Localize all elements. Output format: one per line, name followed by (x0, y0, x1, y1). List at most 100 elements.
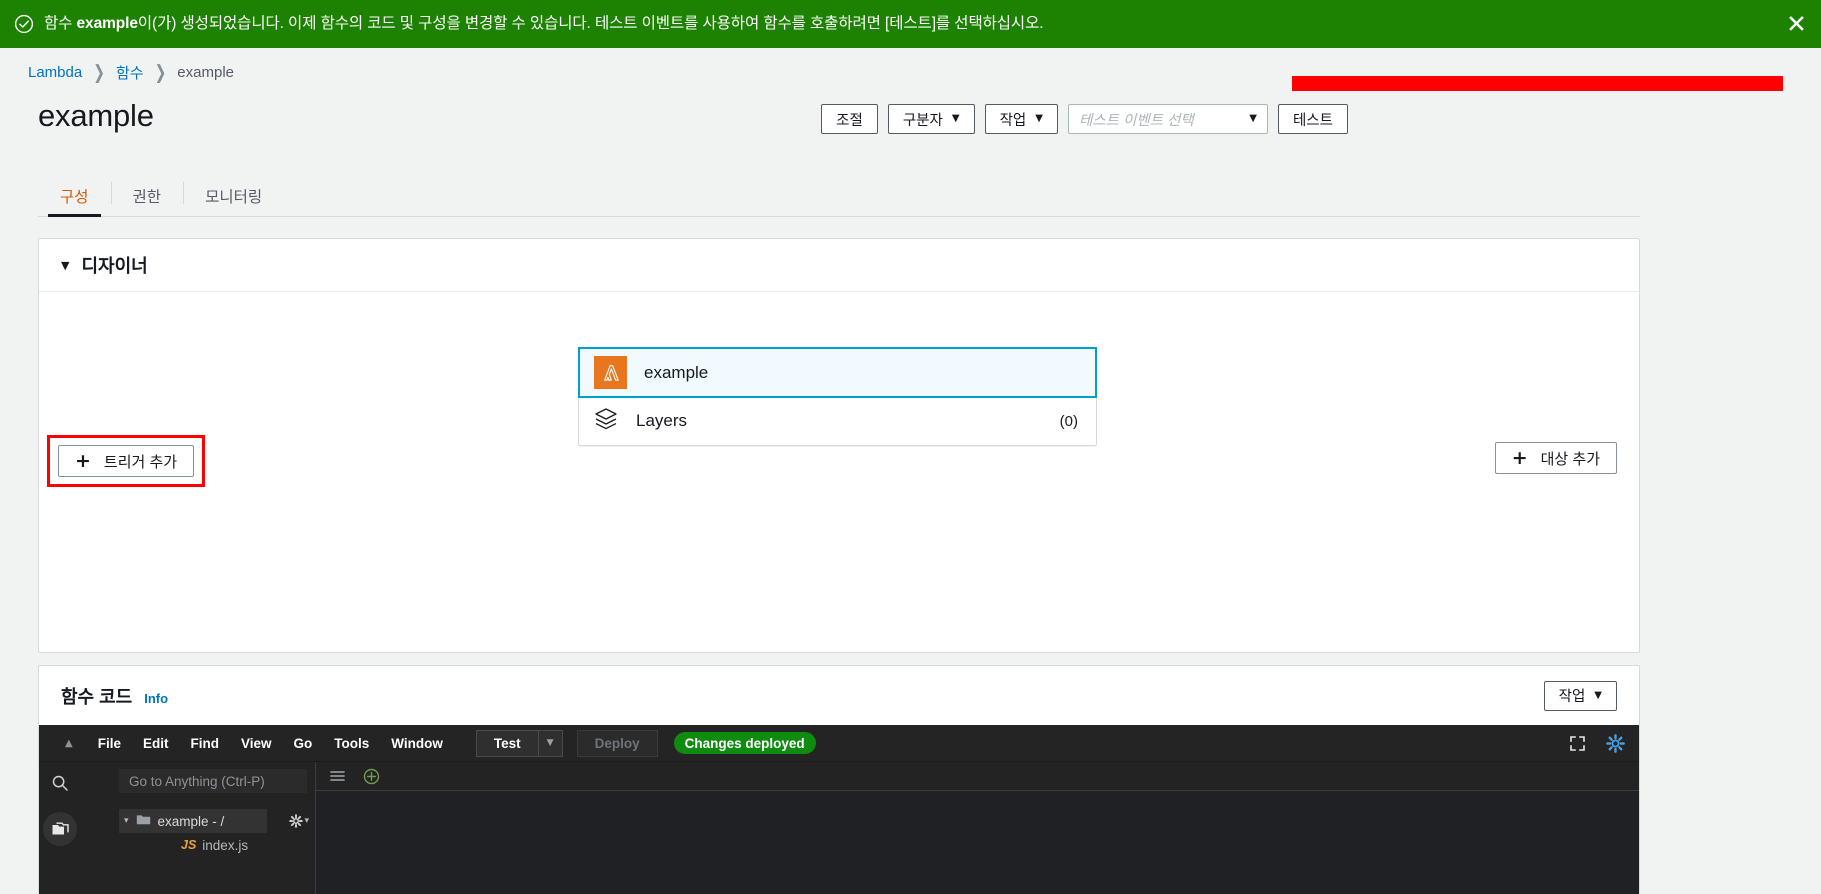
banner-text-before: 함수 (44, 15, 77, 32)
collapse-editor-icon[interactable]: ▲ (51, 738, 87, 749)
expand-icon[interactable] (1569, 735, 1586, 752)
designer-title: ▼ 디자이너 (61, 252, 148, 278)
folder-icon (136, 813, 151, 829)
editor-test-button[interactable]: Test (475, 729, 539, 757)
code-editor-area[interactable] (316, 791, 1639, 894)
check-circle-icon (14, 14, 34, 34)
file-tree-folder-example[interactable]: ▾ example - / ▾ (119, 809, 309, 833)
editor-menu-file[interactable]: File (87, 725, 132, 762)
qualifier-button[interactable]: 구분자 ▼ (887, 104, 975, 134)
chevron-down-icon: ▼ (1035, 113, 1043, 124)
function-card: example Layers (0) (578, 347, 1097, 446)
tab-bar: 구성 권한 모니터링 (38, 176, 1640, 217)
throttle-button[interactable]: 조절 (821, 104, 878, 134)
test-event-select-placeholder: 테스트 이벤트 선택 (1078, 112, 1194, 129)
editor-menu-window[interactable]: Window (380, 725, 454, 762)
folder-panel-icon[interactable] (43, 812, 77, 846)
chevron-down-icon: ▼ (951, 113, 960, 124)
banner-text-after: 이(가) 생성되었습니다. 이제 함수의 코드 및 구성을 변경할 수 있습니다… (137, 15, 1044, 32)
add-target-button[interactable]: + 대상 추가 (1494, 442, 1617, 474)
function-code-header: 함수 코드 Info 작업 ▼ (39, 666, 1639, 725)
layers-label: Layers (636, 411, 688, 430)
editor-test-dropdown-icon[interactable]: ▼ (538, 729, 563, 757)
gear-icon[interactable] (1606, 734, 1625, 753)
editor-menu-view[interactable]: View (230, 725, 283, 762)
info-link[interactable]: Info (144, 691, 168, 706)
function-code-actions-label: 작업 (1558, 689, 1586, 705)
add-target-button-label: 대상 추가 (1540, 450, 1600, 468)
test-button-label: 테스트 (1292, 112, 1333, 129)
plus-icon: + (1511, 446, 1528, 469)
collapse-triangle-icon[interactable]: ▼ (61, 259, 69, 272)
designer-title-label: 디자이너 (81, 256, 148, 276)
page-header: example 조절 구분자 ▼ 작업 ▼ 테스트 이벤트 선택 ▼ 테스트 (0, 96, 1821, 150)
tab-monitoring-label: 모니터링 (205, 189, 263, 206)
designer-canvas: example Layers (0) + 트리거 추가 + 대상 추가 (39, 292, 1639, 652)
header-actions: 조절 구분자 ▼ 작업 ▼ 테스트 이벤트 선택 ▼ 테스트 (821, 104, 1348, 134)
layers-count: (0) (1059, 412, 1078, 430)
tab-permissions[interactable]: 권한 (110, 176, 184, 216)
test-button[interactable]: 테스트 (1277, 104, 1348, 134)
function-code-panel: 함수 코드 Info 작업 ▼ ▲ File Edit Find View Go… (38, 665, 1640, 894)
banner-function-name: example (76, 15, 138, 32)
editor-menu-go[interactable]: Go (283, 725, 324, 762)
editor-menu-tools[interactable]: Tools (323, 725, 380, 762)
lambda-icon (594, 356, 627, 389)
editor-deploy-button: Deploy (576, 729, 658, 757)
hamburger-icon[interactable] (330, 770, 345, 782)
add-target-wrapper: + 대상 추가 (1494, 442, 1617, 474)
chevron-down-icon: ▼ (1249, 113, 1257, 124)
editor-activity-rail (39, 762, 81, 894)
breadcrumb-separator: ❯ (93, 60, 105, 83)
add-trigger-button[interactable]: + 트리거 추가 (58, 445, 195, 477)
add-trigger-highlight: + 트리거 추가 (47, 435, 206, 487)
layers-row[interactable]: Layers (0) (579, 397, 1096, 445)
editor-body: Go to Anything (Ctrl-P) ▾ example - / ▾ … (39, 762, 1639, 894)
actions-button-label: 작업 (999, 112, 1027, 129)
success-banner: 함수 example이(가) 생성되었습니다. 이제 함수의 코드 및 구성을 … (0, 0, 1821, 48)
plus-circle-icon[interactable] (363, 768, 380, 785)
breadcrumb-item-example: example (177, 63, 234, 81)
go-to-anything-placeholder: Go to Anything (Ctrl-P) (129, 773, 265, 789)
designer-panel-header[interactable]: ▼ 디자이너 (39, 239, 1639, 292)
file-tree-file-index-js[interactable]: JS index.js (181, 833, 315, 857)
function-code-title-label: 함수 코드 (61, 686, 133, 707)
file-tree-file-label: index.js (202, 837, 249, 853)
tab-configuration-label: 구성 (60, 189, 89, 206)
file-tree-gear-icon[interactable]: ▾ (289, 814, 309, 828)
editor-menubar: ▲ File Edit Find View Go Tools Window Te… (39, 725, 1639, 762)
function-card-header[interactable]: example (578, 347, 1097, 398)
editor-toolbar-right (1569, 725, 1625, 762)
editor-menu-find[interactable]: Find (179, 725, 230, 762)
plus-icon: + (75, 449, 91, 472)
tab-monitoring[interactable]: 모니터링 (183, 176, 284, 216)
banner-close-icon[interactable]: ✕ (1786, 12, 1807, 37)
add-trigger-button-label: 트리거 추가 (103, 453, 178, 471)
breadcrumb-item-functions[interactable]: 함수 (116, 62, 144, 83)
chevron-down-icon: ▼ (1594, 689, 1602, 701)
deploy-status-badge: Changes deployed (673, 732, 816, 754)
search-icon[interactable] (51, 774, 69, 792)
tab-configuration[interactable]: 구성 (38, 176, 111, 217)
page-title: example (38, 98, 154, 133)
designer-panel: ▼ 디자이너 example Layers (0) + 트리거 추가 + 대상 … (38, 238, 1640, 653)
test-event-select[interactable]: 테스트 이벤트 선택 ▼ (1067, 104, 1268, 134)
editor-tabbar (316, 762, 1639, 791)
redaction-bar (1292, 76, 1783, 91)
breadcrumb-item-lambda[interactable]: Lambda (28, 64, 82, 81)
qualifier-button-label: 구분자 (902, 112, 943, 129)
actions-button[interactable]: 작업 ▼ (984, 104, 1058, 134)
js-file-icon: JS (181, 838, 197, 852)
cloud9-editor: ▲ File Edit Find View Go Tools Window Te… (39, 725, 1639, 894)
function-card-name: example (644, 362, 709, 382)
tab-permissions-label: 권한 (132, 189, 162, 206)
editor-menu-edit[interactable]: Edit (132, 725, 180, 762)
breadcrumb-separator: ❯ (154, 60, 167, 83)
go-to-anything-input[interactable]: Go to Anything (Ctrl-P) (119, 769, 307, 793)
layers-icon (593, 406, 619, 437)
file-tree: ▾ example - / ▾ JS index.js (81, 809, 315, 857)
editor-sidebar: Go to Anything (Ctrl-P) ▾ example - / ▾ … (81, 762, 316, 894)
function-code-actions-button[interactable]: 작업 ▼ (1543, 680, 1617, 711)
chevron-down-icon: ▾ (304, 816, 309, 826)
throttle-button-label: 조절 (836, 112, 863, 129)
